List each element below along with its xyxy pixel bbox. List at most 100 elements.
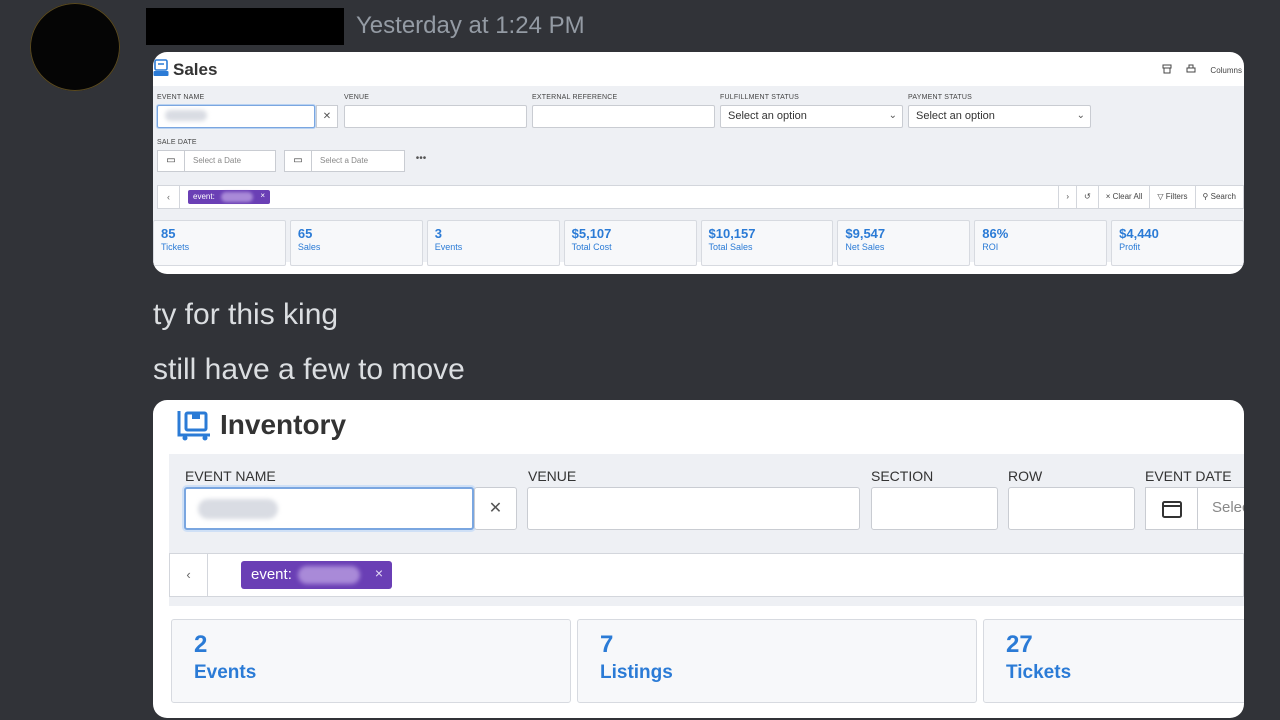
redacted-event-name	[198, 499, 278, 519]
stat-label: Listings	[600, 662, 673, 683]
external-reference-label: EXTERNAL REFERENCE	[532, 94, 618, 101]
external-reference-input[interactable]	[532, 105, 715, 128]
remove-chip-icon[interactable]: ×	[260, 191, 265, 200]
stat-card: $10,157 Total Sales	[700, 220, 834, 266]
stat-label: Total Cost	[571, 242, 612, 252]
chip-label: event:	[193, 192, 215, 201]
calendar-icon[interactable]	[1145, 487, 1197, 530]
fulfillment-status-select[interactable]: Select an option ⌄	[720, 105, 903, 128]
event-filter-chip[interactable]: event: ×	[241, 561, 392, 589]
stat-card: 85 Tickets	[153, 220, 286, 266]
stat-value: 27	[1006, 631, 1033, 658]
stat-value: $10,157	[708, 226, 756, 241]
clear-event-name-button[interactable]: ✕	[474, 487, 517, 530]
stat-value: $5,107	[571, 226, 612, 241]
stat-label: Profit	[1119, 242, 1141, 252]
stat-label: Sales	[297, 242, 321, 252]
stat-value: 2	[194, 631, 208, 658]
inventory-page-title: Inventory	[220, 409, 347, 440]
chevron-down-icon: ⌄	[1076, 110, 1085, 121]
section-label: SECTION	[871, 468, 934, 484]
stat-label: Net Sales	[845, 242, 885, 252]
filter-tools: › ↺ × Clear All ▽ Filters ⚲ Search	[1058, 186, 1243, 208]
stat-card: 7 Listings	[577, 619, 977, 703]
sale-date-to-input[interactable]: Select a Date	[311, 150, 405, 172]
fulfillment-status-value: Select an option	[728, 110, 807, 122]
active-filter-bar: ‹ event: × › ↺ × Clear All ▽ Filters ⚲ S…	[157, 185, 1244, 209]
redacted-chip-value	[298, 566, 360, 584]
stat-label: Tickets	[161, 242, 190, 252]
print-icon[interactable]	[1186, 64, 1196, 76]
user-avatar[interactable]	[30, 3, 120, 91]
scroll-left-button[interactable]: ‹	[170, 554, 208, 596]
stat-label: Events	[194, 662, 257, 683]
stat-label: Events	[434, 242, 463, 252]
calendar-icon[interactable]: ▭	[157, 150, 184, 172]
reset-icon[interactable]: ↺	[1076, 186, 1098, 208]
stat-label: Tickets	[1006, 662, 1072, 683]
payment-status-value: Select an option	[916, 110, 995, 122]
scroll-right-button[interactable]: ›	[1058, 186, 1076, 208]
stat-card: $5,107 Total Cost	[563, 220, 697, 266]
filters-button[interactable]: ▽ Filters	[1149, 186, 1195, 208]
sales-toolbar: Columns	[1162, 64, 1242, 76]
stat-card: 2 Events	[171, 619, 571, 703]
event-name-label: EVENT NAME	[185, 468, 276, 484]
payment-status-label: PAYMENT STATUS	[908, 94, 972, 101]
stat-value: $9,547	[845, 226, 886, 241]
stat-value: 65	[297, 226, 313, 241]
search-label: Search	[1210, 192, 1236, 201]
stat-card: $9,547 Net Sales	[837, 220, 971, 266]
clear-all-button[interactable]: × Clear All	[1097, 186, 1150, 208]
columns-button[interactable]: Columns	[1210, 66, 1242, 75]
message-line: ty for this king	[153, 298, 339, 331]
sales-header: Sales Columns	[153, 52, 1244, 86]
venue-input[interactable]	[344, 105, 527, 128]
venue-label: VENUE	[528, 468, 577, 484]
venue-input[interactable]	[527, 487, 860, 530]
payment-status-select[interactable]: Select an option ⌄	[908, 105, 1091, 128]
stat-card: 86% ROI	[974, 220, 1108, 266]
sales-screenshot: Sales Columns EVENT NAME ✕ VENUE EXTERNA…	[153, 52, 1244, 274]
stat-value: 86%	[982, 226, 1009, 241]
section-input[interactable]	[871, 487, 998, 530]
active-filter-bar: ‹ event: ×	[169, 553, 1244, 597]
stat-value: $4,440	[1119, 226, 1159, 241]
fulfillment-status-label: FULFILLMENT STATUS	[720, 94, 800, 101]
row-label: ROW	[1008, 468, 1043, 484]
event-name-input[interactable]	[157, 105, 315, 128]
message-timestamp: Yesterday at 1:24 PM	[356, 12, 585, 39]
chevron-down-icon: ⌄	[888, 110, 897, 121]
stat-value: 7	[600, 631, 614, 658]
stat-label: ROI	[982, 242, 999, 252]
event-filter-chip[interactable]: event: ×	[188, 190, 270, 204]
filters-label: Filters	[1165, 192, 1188, 201]
inventory-screenshot: Inventory EVENT NAME ✕ VENUE SECTION ROW…	[153, 400, 1244, 718]
sales-icon	[153, 59, 169, 76]
stat-card: 3 Events	[426, 220, 560, 266]
event-name-input[interactable]	[184, 487, 474, 530]
archive-icon[interactable]	[1162, 64, 1172, 76]
sale-date-from-input[interactable]: Select a Date	[184, 150, 276, 172]
redacted-event-name	[165, 110, 207, 121]
clear-event-name-button[interactable]: ✕	[316, 105, 338, 128]
remove-chip-icon[interactable]: ×	[375, 565, 383, 581]
stat-value: 85	[161, 226, 176, 241]
stat-card: 65 Sales	[289, 220, 423, 266]
message-line: still have a few to move	[153, 353, 465, 386]
chip-label: event:	[251, 566, 292, 583]
sales-page-title: Sales	[173, 60, 218, 79]
sale-date-label: SALE DATE	[157, 139, 197, 146]
more-options-button[interactable]: •••	[408, 150, 434, 172]
row-input[interactable]	[1008, 487, 1135, 530]
redacted-chip-value	[221, 192, 253, 202]
search-button[interactable]: ⚲ Search	[1194, 186, 1243, 208]
calendar-icon[interactable]: ▭	[284, 150, 311, 172]
stat-value: 3	[434, 226, 442, 241]
stat-card: 27 Tickets	[983, 619, 1244, 703]
stat-label: Total Sales	[708, 242, 753, 252]
scroll-left-button[interactable]: ‹	[158, 186, 180, 208]
event-name-label: EVENT NAME	[157, 94, 205, 101]
event-date-input[interactable]: Selec	[1197, 487, 1244, 530]
redacted-username	[146, 8, 344, 45]
